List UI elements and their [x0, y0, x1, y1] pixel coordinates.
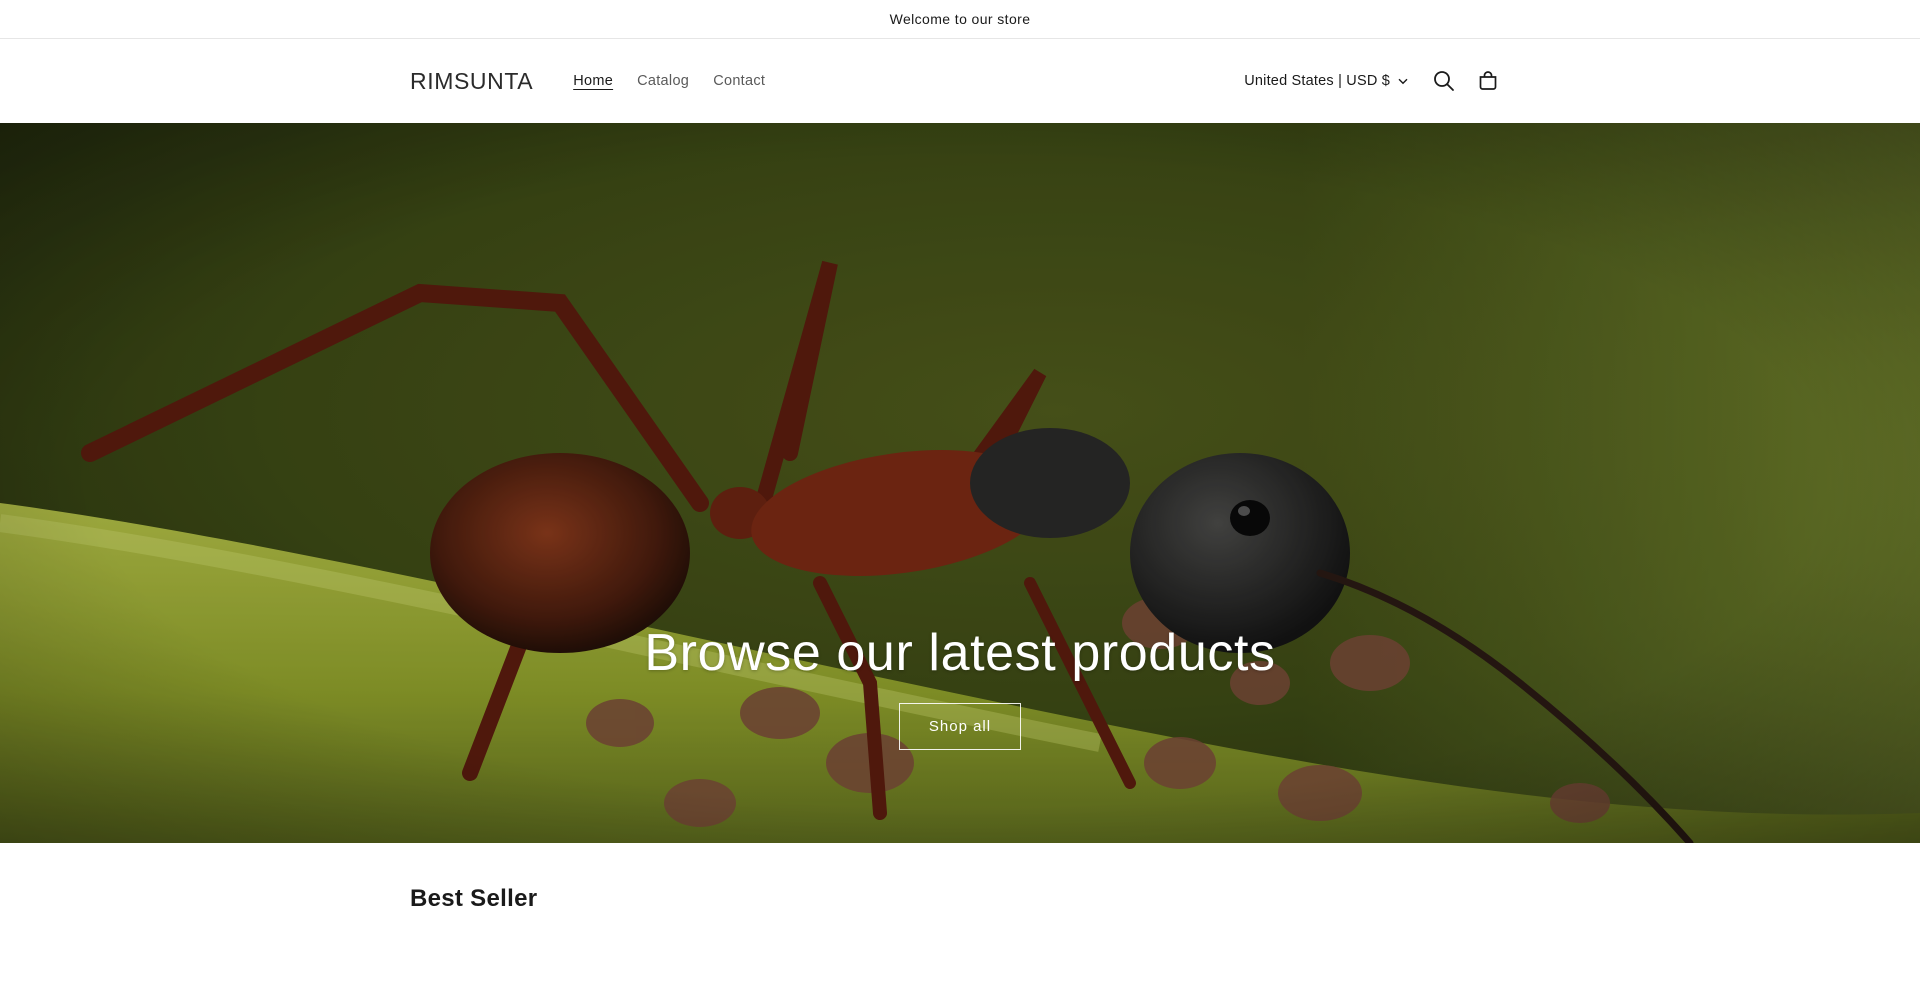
site-header: RIMSUNTA Home Catalog Contact United Sta…	[0, 39, 1920, 123]
nav-contact-link[interactable]: Contact	[713, 73, 765, 89]
cart-button[interactable]	[1466, 59, 1510, 103]
hero-content: Browse our latest products Shop all	[0, 623, 1920, 750]
announcement-bar: Welcome to our store	[0, 0, 1920, 39]
shop-all-button[interactable]: Shop all	[899, 703, 1021, 750]
chevron-down-icon	[1398, 78, 1408, 84]
main-nav: Home Catalog Contact	[573, 73, 765, 89]
country-currency-selector[interactable]: United States | USD $	[1244, 73, 1408, 89]
store-logo[interactable]: RIMSUNTA	[410, 68, 533, 95]
section-title: Best Seller	[410, 885, 538, 912]
hero-title: Browse our latest products	[644, 624, 1276, 682]
cart-icon	[1479, 71, 1497, 90]
hero-banner: Browse our latest products Shop all	[0, 123, 1920, 843]
search-icon	[1434, 71, 1454, 91]
best-seller-section: Best Seller	[0, 843, 1920, 993]
country-currency-label: United States | USD $	[1244, 73, 1390, 89]
nav-catalog-link[interactable]: Catalog	[637, 73, 689, 89]
search-button[interactable]	[1422, 59, 1466, 103]
announcement-text: Welcome to our store	[889, 11, 1031, 27]
nav-home-link[interactable]: Home	[573, 73, 613, 89]
